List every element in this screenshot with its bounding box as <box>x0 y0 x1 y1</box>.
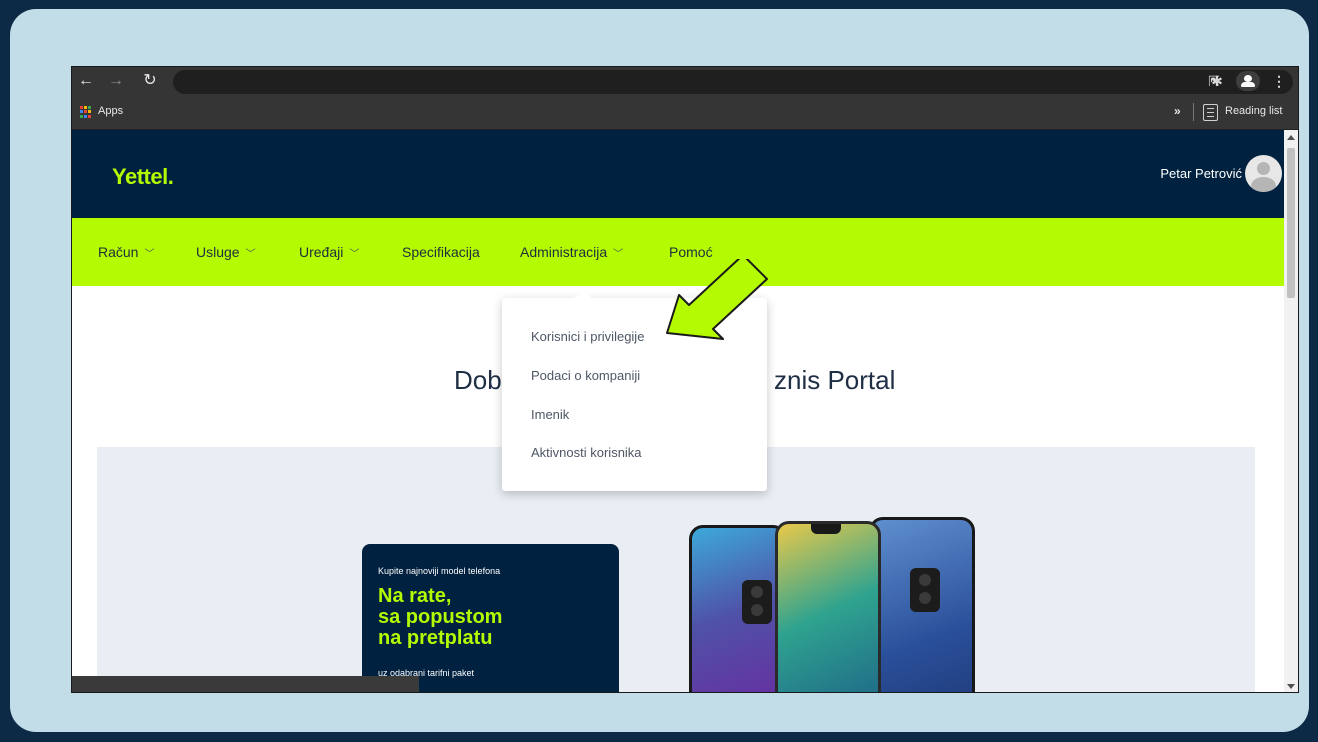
frame-card: ← → ↻ ⇱ ☆ ✱ ⋮ Apps » Re <box>10 9 1309 732</box>
dropdown-pointer <box>574 290 592 298</box>
reload-icon[interactable]: ↻ <box>140 70 160 92</box>
menu-item-imenik[interactable]: Imenik <box>531 407 569 422</box>
site-header: Yettel. Petar Petrović <box>72 130 1284 218</box>
browser-window: ← → ↻ ⇱ ☆ ✱ ⋮ Apps » Re <box>71 66 1299 693</box>
menu-item-podaci-o-kompaniji[interactable]: Podaci o kompaniji <box>531 368 640 383</box>
nav-item-racun[interactable]: Račun ﹀ <box>98 244 154 260</box>
puzzle-icon[interactable]: ✱ <box>1206 71 1228 91</box>
bookmarks-bar: Apps » Reading list <box>72 96 1298 130</box>
back-arrow-icon[interactable]: ← <box>76 70 96 92</box>
bookmarks-overflow-button[interactable]: » <box>1174 104 1181 118</box>
apps-label[interactable]: Apps <box>98 105 123 117</box>
nav-item-pomoc[interactable]: Pomoć <box>669 244 713 260</box>
nav-item-usluge[interactable]: Usluge ﹀ <box>196 244 256 260</box>
address-bar[interactable]: ⇱ ☆ <box>173 70 1293 94</box>
yettel-logo[interactable]: Yettel. <box>112 164 174 190</box>
reading-list-icon[interactable] <box>1203 104 1218 121</box>
chevron-down-icon: ﹀ <box>613 249 624 260</box>
vertical-scrollbar[interactable] <box>1284 130 1298 692</box>
browser-toolbar: ← → ↻ ⇱ ☆ ✱ ⋮ <box>72 67 1298 96</box>
scroll-up-arrow-icon[interactable] <box>1287 135 1295 140</box>
annotation-arrow-icon <box>666 259 768 340</box>
avatar[interactable] <box>1245 155 1282 192</box>
status-bar <box>72 676 419 692</box>
promo-card[interactable]: Kupite najnoviji model telefona Na rate,… <box>362 544 619 692</box>
chevron-down-icon: ﹀ <box>349 249 360 260</box>
scroll-thumb[interactable] <box>1287 148 1295 298</box>
phone-back-right <box>869 517 975 692</box>
chevron-down-icon: ﹀ <box>144 249 155 260</box>
nav-item-uredjaji[interactable]: Uređaji ﹀ <box>299 244 359 260</box>
phone-back-left <box>689 525 787 692</box>
promo-kicker: Kupite najnoviji model telefona <box>378 566 501 576</box>
menu-item-aktivnosti-korisnika[interactable]: Aktivnosti korisnika <box>531 445 642 460</box>
reading-list-button[interactable]: Reading list <box>1225 105 1282 117</box>
bookmarks-divider <box>1193 103 1194 121</box>
phone-front <box>775 521 881 692</box>
nav-item-administracija[interactable]: Administracija ﹀ <box>520 244 623 260</box>
phones-image <box>687 517 987 692</box>
apps-icon[interactable] <box>80 106 92 118</box>
web-page: Yettel. Petar Petrović Račun ﹀ Usluge ﹀ Ur… <box>72 130 1284 692</box>
kebab-menu-icon[interactable]: ⋮ <box>1268 71 1290 91</box>
scroll-down-arrow-icon[interactable] <box>1287 684 1295 689</box>
forward-arrow-icon[interactable]: → <box>106 70 126 92</box>
nav-item-specifikacija[interactable]: Specifikacija <box>402 244 480 260</box>
chevron-down-icon: ﹀ <box>245 249 256 260</box>
profile-icon[interactable] <box>1236 71 1260 91</box>
user-name[interactable]: Petar Petrović <box>1160 166 1242 181</box>
promo-headline: Na rate, sa popustom na pretplatu <box>378 585 503 649</box>
menu-item-korisnici-i-privilegije[interactable]: Korisnici i privilegije <box>531 329 644 344</box>
